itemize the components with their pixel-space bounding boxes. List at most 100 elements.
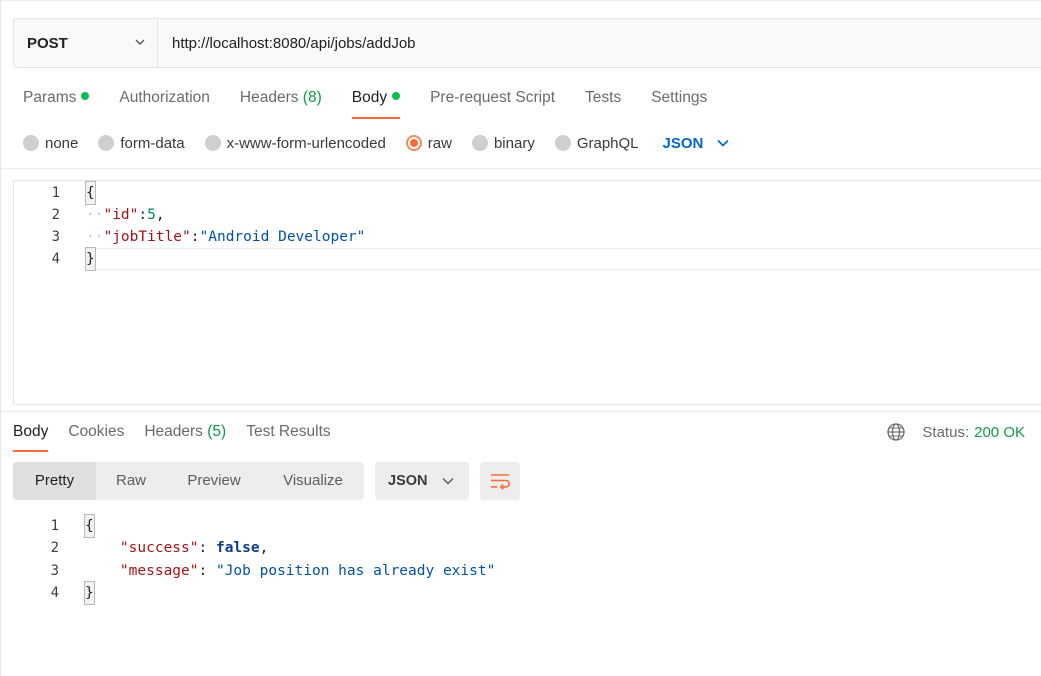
- method-select[interactable]: POST: [14, 19, 158, 67]
- json-string: "Job position has already exist": [215, 563, 496, 579]
- code-line: ··"id":5,: [86, 204, 165, 226]
- code-line: ··"jobTitle":"Android Developer": [86, 226, 365, 248]
- postman-request-page: POST http://localhost:8080/api/jobs/addJ…: [0, 0, 1041, 676]
- tab-body[interactable]: Body: [351, 87, 401, 119]
- view-preview[interactable]: Preview: [166, 462, 262, 500]
- close-brace: }: [85, 247, 96, 271]
- colon: :: [190, 229, 200, 245]
- wrap-lines-button[interactable]: [480, 462, 520, 500]
- tab-authorization[interactable]: Authorization: [119, 87, 209, 119]
- tab-tests[interactable]: Tests: [585, 87, 621, 119]
- response-format-label: JSON: [388, 473, 428, 489]
- body-type-urlencoded[interactable]: x-www-form-urlencoded: [204, 134, 386, 152]
- response-tabs: Body Cookies Headers (5) Test Results: [13, 422, 351, 452]
- request-tabs: Params Authorization Headers (8) Body Pr…: [23, 87, 737, 119]
- view-raw[interactable]: Raw: [96, 462, 166, 500]
- radio-label: none: [45, 134, 79, 152]
- tab-label: Test Results: [246, 423, 331, 440]
- line-number: 1: [51, 185, 60, 201]
- body-type-graphql[interactable]: GraphQL: [554, 135, 639, 152]
- radio-button-selected[interactable]: [405, 135, 422, 151]
- radio-label: binary: [493, 134, 535, 152]
- status-label: Status:: [922, 423, 970, 441]
- response-tab-headers[interactable]: Headers (5): [144, 422, 226, 452]
- tab-settings[interactable]: Settings: [651, 87, 707, 119]
- divider: [1, 168, 1041, 169]
- body-type-form-data[interactable]: form-data: [98, 135, 185, 152]
- tab-label: Params: [23, 89, 77, 106]
- colon: :: [198, 540, 216, 556]
- line-number: 4: [50, 585, 59, 601]
- line-number: 3: [51, 229, 60, 245]
- line-number: 4: [51, 251, 60, 267]
- tab-label: Settings: [651, 89, 708, 106]
- params-indicator-dot: [81, 91, 90, 100]
- comma: ,: [155, 207, 165, 223]
- body-type-binary[interactable]: binary: [471, 134, 535, 152]
- radio-button[interactable]: [471, 135, 488, 151]
- wrap-lines-icon: [491, 474, 510, 490]
- code-line: "message": "Job position has already exi…: [85, 560, 495, 582]
- radio-label: x-www-form-urlencoded: [226, 134, 386, 152]
- json-key: "id": [103, 207, 139, 223]
- chevron-down-icon: [442, 478, 454, 485]
- response-view-mode: Pretty Raw Preview Visualize: [13, 462, 364, 500]
- chevron-down-icon: [717, 139, 729, 147]
- body-language-label: JSON: [662, 134, 704, 152]
- open-brace: {: [84, 514, 95, 538]
- view-visualize[interactable]: Visualize: [262, 462, 364, 500]
- json-boolean: false: [215, 540, 260, 556]
- colon: :: [198, 563, 216, 579]
- response-format-select[interactable]: JSON: [375, 462, 469, 500]
- body-indicator-dot: [392, 91, 401, 100]
- code-line: {: [85, 181, 96, 205]
- view-pretty[interactable]: Pretty: [13, 462, 96, 500]
- json-string: "Android Developer": [199, 229, 366, 245]
- tab-headers[interactable]: Headers (8): [240, 87, 322, 119]
- line-number: 1: [50, 518, 59, 534]
- body-type-raw[interactable]: raw: [405, 134, 452, 152]
- tab-pre-request-script[interactable]: Pre-request Script: [430, 87, 555, 119]
- body-type-none[interactable]: none: [23, 135, 78, 152]
- radio-button[interactable]: [23, 135, 39, 151]
- indent-marker: ··: [86, 229, 104, 245]
- json-key: "success": [119, 540, 199, 556]
- line-number: 2: [51, 207, 60, 223]
- response-tab-cookies[interactable]: Cookies: [68, 422, 124, 452]
- radio-button[interactable]: [98, 135, 115, 151]
- response-body-viewer: 1 2 3 4 { "success": false, "message": "…: [13, 514, 1041, 674]
- tab-label: Headers: [144, 423, 203, 440]
- url-input[interactable]: http://localhost:8080/api/jobs/addJob: [158, 19, 1041, 67]
- radio-label: raw: [427, 134, 452, 152]
- line-number: 2: [50, 540, 59, 556]
- divider: [1, 411, 1041, 412]
- status-value[interactable]: 200 OK: [974, 424, 1025, 441]
- tab-params[interactable]: Params: [23, 87, 90, 119]
- tab-label: Headers: [239, 89, 299, 106]
- json-number: 5: [147, 207, 156, 223]
- headers-count: (5): [207, 423, 227, 440]
- radio-button[interactable]: [554, 135, 571, 151]
- url-bar: POST http://localhost:8080/api/jobs/addJ…: [13, 18, 1041, 68]
- close-brace: }: [84, 581, 95, 605]
- code-line: }: [85, 247, 96, 271]
- chevron-down-icon: [135, 39, 145, 45]
- tab-label: Authorization: [119, 89, 210, 106]
- globe-icon[interactable]: [886, 422, 906, 442]
- code-line: }: [84, 581, 95, 605]
- response-tab-body[interactable]: Body: [13, 422, 49, 452]
- response-tab-test-results[interactable]: Test Results: [246, 422, 330, 452]
- headers-count: (8): [302, 89, 322, 106]
- request-body-editor[interactable]: 1 2 3 4 { ··"id":5, ··"jobTitle":"Androi…: [13, 180, 1041, 405]
- tab-label: Pre-request Script: [430, 89, 556, 106]
- body-language-select[interactable]: JSON: [663, 135, 730, 152]
- tab-label: Body: [13, 423, 49, 440]
- code-line: {: [84, 514, 95, 538]
- json-key: "jobTitle": [103, 229, 191, 245]
- body-type-options: none form-data x-www-form-urlencoded raw…: [23, 132, 729, 154]
- tab-label: Tests: [585, 89, 622, 106]
- comma: ,: [259, 540, 269, 556]
- radio-button[interactable]: [204, 135, 221, 151]
